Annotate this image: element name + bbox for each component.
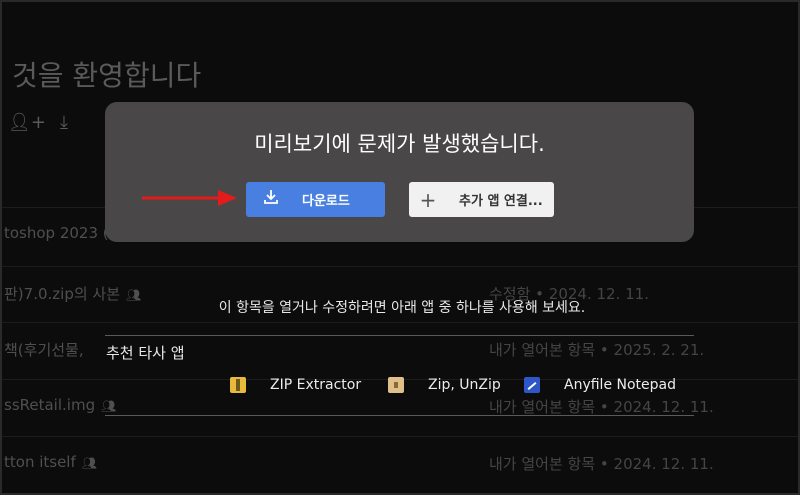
file-meta: 내가 열어본 항목 • 2024. 12. 11. (489, 455, 714, 473)
app-name: Anyfile Notepad (564, 377, 676, 393)
download-icon: ⤓ (60, 112, 68, 133)
file-row[interactable]: tton itself 👥︎ 내가 열어본 항목 • 2024. 12. 11. (2, 436, 798, 493)
open-with-hint: 이 항목을 열거나 수정하려면 아래 앱 중 하나를 사용해 보세요. (218, 300, 586, 316)
red-arrow-annotation (142, 190, 237, 206)
add-person-icon: 👤︎+ (8, 112, 46, 133)
connect-more-apps-button[interactable]: + 추가 앱 연결... (409, 182, 554, 217)
recommended-apps-label: 추천 타사 앱 (106, 344, 185, 362)
file-meta: 내가 열어본 항목 • 2025. 2. 21. (489, 341, 705, 359)
drive-viewer-overlay: 것을 환영합니다 👤︎+ ⤓ toshop 2023 ( 판)7.0.zip의 … (0, 0, 800, 495)
download-button[interactable]: 다운로드 (246, 182, 385, 217)
app-zip-unzip[interactable]: Zip, UnZip (388, 377, 501, 393)
zip-extractor-icon (230, 377, 246, 393)
file-meta: 내가 열어본 항목 • 2024. 12. 11. (489, 398, 714, 416)
preview-error-dialog: 미리보기에 문제가 발생했습니다. 다운로드 + 추가 앱 연결... (105, 102, 694, 242)
file-name: tton itself (4, 453, 76, 471)
anyfile-notepad-icon (524, 377, 540, 393)
divider (105, 415, 694, 416)
dialog-title: 미리보기에 문제가 발생했습니다. (254, 132, 545, 156)
divider (105, 335, 694, 336)
download-label: 다운로드 (302, 194, 350, 209)
app-name: Zip, UnZip (428, 377, 501, 393)
plus-icon: + (419, 187, 437, 212)
zip-unzip-icon (388, 377, 404, 393)
shared-people-icon: 👥︎ (101, 399, 117, 413)
app-name: ZIP Extractor (270, 377, 362, 393)
download-icon (254, 188, 288, 211)
file-name: ssRetail.img (4, 396, 96, 414)
app-anyfile-notepad[interactable]: Anyfile Notepad (524, 377, 676, 393)
app-zip-extractor[interactable]: ZIP Extractor (230, 377, 361, 393)
connect-more-apps-label: 추가 앱 연결... (459, 194, 543, 209)
shared-people-icon: 👥︎ (81, 456, 97, 470)
background-page-title: 것을 환영합니다 (12, 59, 202, 92)
file-name: toshop 2023 ( (4, 224, 109, 242)
file-name: 책(후기선물, (4, 341, 84, 359)
